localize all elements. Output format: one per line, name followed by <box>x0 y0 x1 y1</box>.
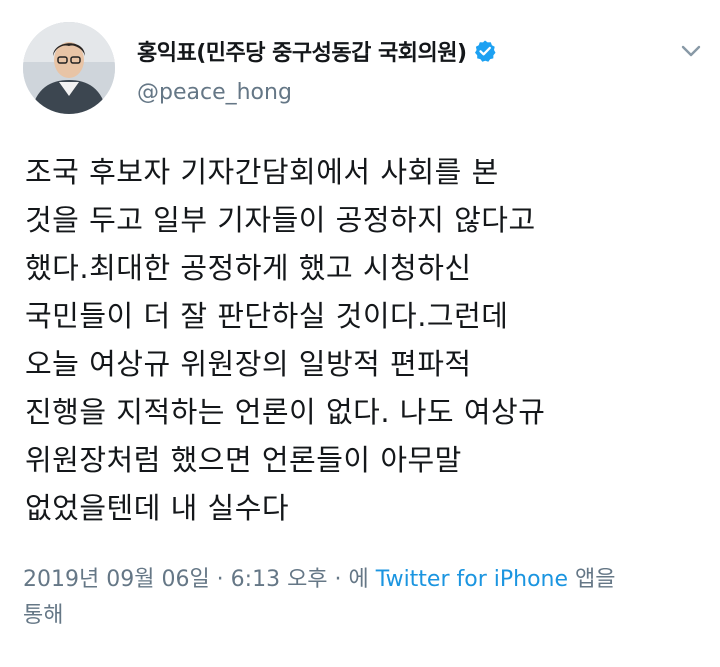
chevron-down-icon[interactable] <box>678 38 704 64</box>
tweet-line: 국민들이 더 잘 판단하실 것이다.그런데 <box>25 299 509 333</box>
avatar[interactable] <box>23 22 115 114</box>
tweet-line: 것을 두고 일부 기자들이 공정하지 않다고 <box>25 203 536 237</box>
metadata-line-2: 통해 <box>23 603 64 628</box>
source-prefix: · 에 <box>327 567 376 592</box>
tweet-line: 위원장처럼 했으면 언론들이 아무말 <box>25 443 462 477</box>
name-row: 홍익표(민주당 중구성동갑 국회의원) <box>137 33 497 69</box>
display-name[interactable]: 홍익표(민주당 중구성동갑 국회의원) <box>137 35 467 67</box>
tweet-date: 2019년 09월 06일 <box>23 567 210 592</box>
tweet-line: 오늘 여상규 위원장의 일방적 편파적 <box>25 347 472 381</box>
tweet-line: 진행을 지적하는 언론이 없다. 나도 여상규 <box>25 395 546 429</box>
tweet-line: 했다.최대한 공정하게 했고 시청하신 <box>25 251 472 285</box>
separator: · <box>209 567 231 592</box>
tweet-line: 없었을텐데 내 실수다 <box>25 491 290 525</box>
user-handle[interactable]: @peace_hong <box>137 80 292 105</box>
tweet-line: 조국 후보자 기자간담회에서 사회를 본 <box>25 155 499 189</box>
metadata-line-1: 2019년 09월 06일 · 6:13 오후 · 에 Twitter for … <box>23 562 703 598</box>
source-suffix: 앱을 <box>568 567 616 592</box>
tweet-time: 6:13 오후 <box>230 567 328 592</box>
avatar-image <box>23 22 115 114</box>
tweet-text: 조국 후보자 기자간담회에서 사회를 본 것을 두고 일부 기자들이 공정하지 … <box>25 148 697 532</box>
tweet-header: 홍익표(민주당 중구성동갑 국회의원) @peace_hong <box>0 0 720 130</box>
source-link[interactable]: Twitter for iPhone <box>376 567 568 592</box>
verified-badge-icon <box>474 40 496 62</box>
tweet-metadata: 2019년 09월 06일 · 6:13 오후 · 에 Twitter for … <box>23 562 703 634</box>
